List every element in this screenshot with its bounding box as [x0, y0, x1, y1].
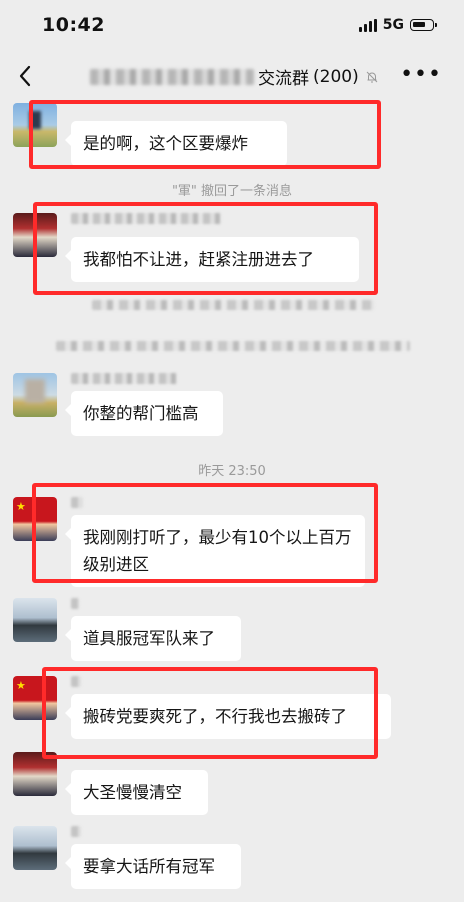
mute-bell-icon [366, 71, 378, 82]
sender-name-blurred [71, 676, 81, 687]
chat-header: 交流群 (200) ••• [0, 50, 464, 102]
back-arrow-icon[interactable] [14, 62, 38, 90]
avatar[interactable] [13, 103, 57, 147]
avatar[interactable] [13, 598, 57, 642]
member-count: (200) [313, 66, 359, 87]
signal-icon [358, 18, 377, 32]
sender-name-blurred [71, 826, 81, 837]
blurred-system-line [56, 341, 410, 351]
chat-title[interactable]: 交流群 (200) [90, 64, 379, 89]
message-bubble[interactable]: 道具服冠军队来了 [65, 616, 241, 661]
more-options-icon[interactable]: ••• [400, 62, 442, 87]
message-bubble[interactable]: 大圣慢慢清空 [65, 770, 208, 815]
status-bar: 10:42 5G [0, 0, 464, 50]
sender-name-blurred [71, 213, 221, 224]
avatar[interactable] [13, 826, 57, 870]
sender-name-blurred [71, 497, 83, 508]
blurred-system-line [92, 300, 374, 310]
status-time: 10:42 [42, 14, 105, 36]
battery-icon [410, 19, 437, 31]
sender-name-blurred [71, 598, 79, 609]
blurred-group-name [90, 68, 254, 85]
message-bubble[interactable]: 我刚刚打听了，最少有10个以上百万级别进区 [65, 515, 365, 587]
recall-notice: "軍" 撤回了一条消息 [171, 184, 293, 199]
message-bubble[interactable]: 要拿大话所有冠军 [65, 844, 241, 889]
avatar[interactable] [13, 373, 57, 417]
avatar[interactable] [13, 213, 57, 257]
group-title-suffix: 交流群 [258, 69, 309, 89]
message-bubble[interactable]: 你整的帮门槛高 [65, 391, 223, 436]
status-icons: 5G [358, 17, 437, 33]
message-bubble[interactable]: 是的啊，这个区要爆炸 [65, 121, 287, 166]
timestamp-divider: 昨天 23:50 [198, 464, 266, 479]
message-bubble[interactable]: 搬砖党要爽死了，不行我也去搬砖了 [65, 694, 391, 739]
network-label: 5G [382, 17, 404, 33]
sender-name-blurred [71, 373, 177, 384]
message-bubble[interactable]: 我都怕不让进，赶紧注册进去了 [65, 237, 359, 282]
avatar[interactable]: ★ [13, 497, 57, 541]
avatar[interactable] [13, 752, 57, 796]
avatar[interactable]: ★ [13, 676, 57, 720]
